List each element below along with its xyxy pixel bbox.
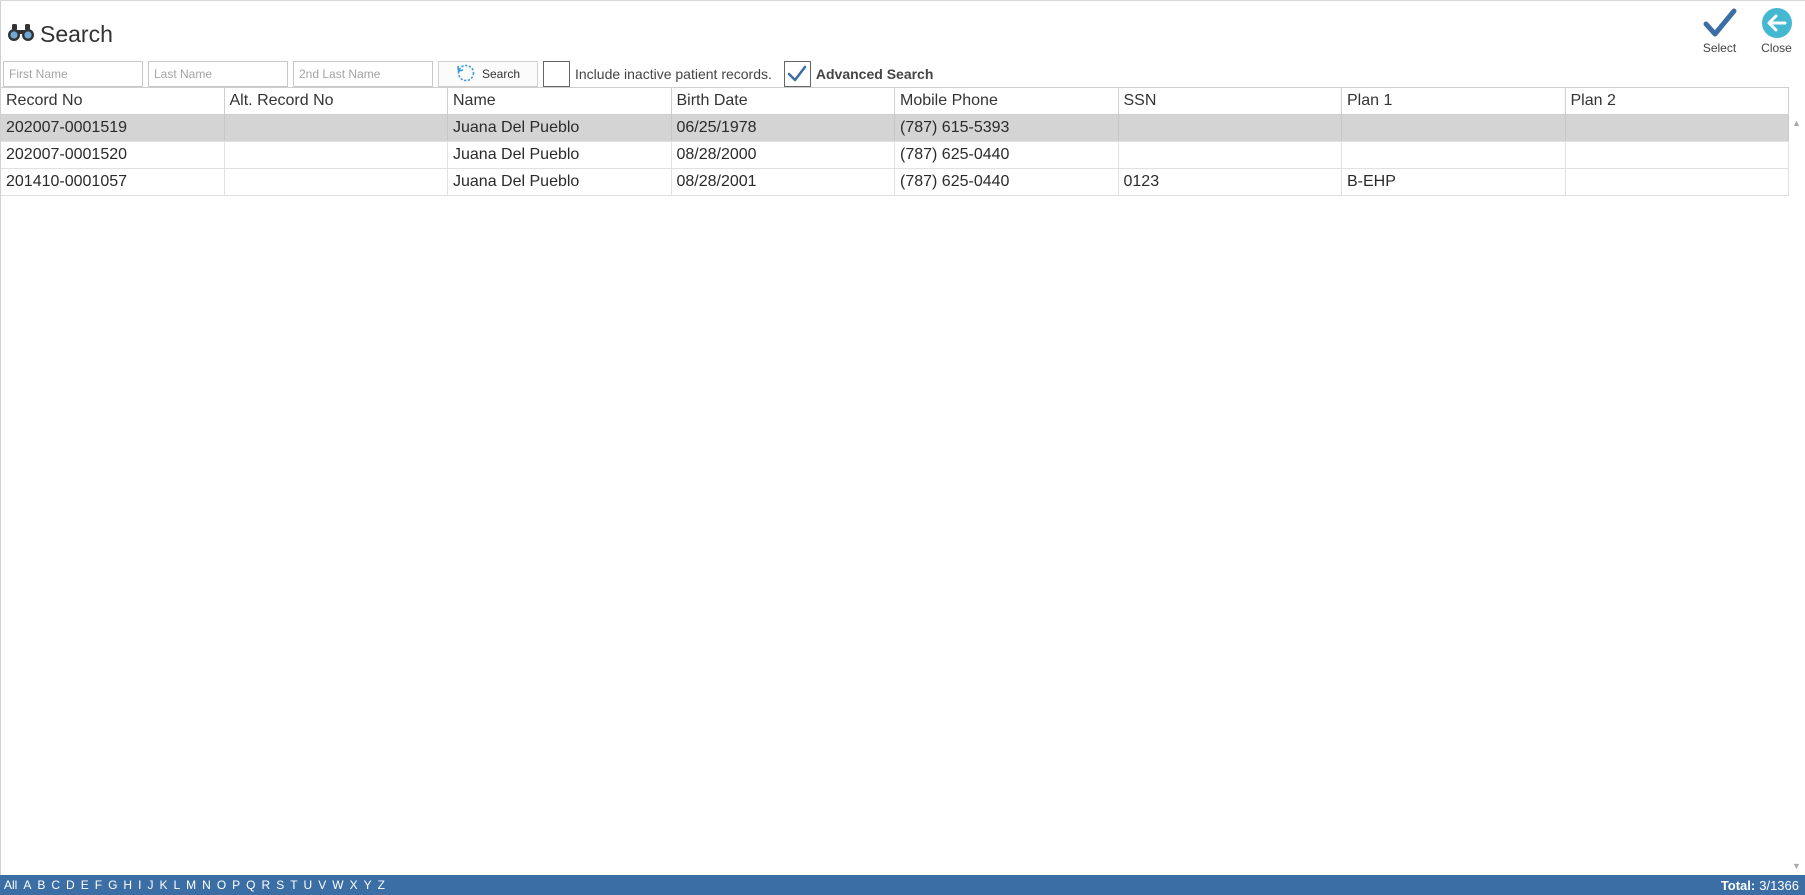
cell-name: Juana Del Pueblo (448, 142, 672, 168)
cell-mobile-phone: (787) 625-0440 (895, 142, 1119, 168)
cell-name: Juana Del Pueblo (448, 115, 672, 141)
include-inactive-checkbox[interactable] (543, 61, 570, 87)
scroll-up-icon[interactable]: ▲ (1792, 118, 1801, 128)
second-last-name-input[interactable] (293, 61, 433, 87)
letter-filter-k[interactable]: K (158, 878, 168, 892)
letter-filter-list: All A B C D E F G H I J K L M N O P Q R … (3, 878, 386, 892)
page-title: Search (40, 20, 113, 47)
letter-filter-v[interactable]: V (317, 878, 327, 892)
close-button[interactable]: Close (1748, 5, 1805, 55)
cell-record-no: 202007-0001520 (1, 142, 225, 168)
cell-record-no: 202007-0001519 (1, 115, 225, 141)
cell-plan-2 (1566, 142, 1789, 168)
advanced-search-label: Advanced Search (815, 66, 934, 82)
cell-plan-2 (1566, 169, 1789, 195)
column-header-mobile-phone[interactable]: Mobile Phone (895, 88, 1119, 114)
column-header-ssn[interactable]: SSN (1119, 88, 1342, 114)
scroll-down-icon[interactable]: ▼ (1792, 861, 1801, 871)
cell-birth-date: 08/28/2000 (672, 142, 895, 168)
cell-mobile-phone: (787) 615-5393 (895, 115, 1119, 141)
vertical-scrollbar[interactable]: ▲ ▼ (1790, 115, 1805, 873)
results-grid: Record No Alt. Record No Name Birth Date… (1, 87, 1789, 196)
cell-name: Juana Del Pueblo (448, 169, 672, 195)
letter-filter-a[interactable]: A (22, 878, 32, 892)
letter-filter-p[interactable]: P (231, 878, 241, 892)
cell-ssn (1119, 142, 1342, 168)
total-count: Total: 3/1366 (1721, 878, 1802, 893)
letter-filter-n[interactable]: N (201, 878, 212, 892)
table-row[interactable]: 201410-0001057 Juana Del Pueblo 08/28/20… (1, 169, 1789, 196)
cell-plan-1: B-EHP (1342, 169, 1566, 195)
checkmark-icon (788, 65, 807, 82)
letter-filter-x[interactable]: X (349, 878, 359, 892)
toolbar-actions: Select Close (1691, 5, 1805, 55)
cell-alt-record-no (225, 169, 448, 195)
letter-filter-i[interactable]: I (137, 878, 142, 892)
letter-filter-l[interactable]: L (172, 878, 181, 892)
select-label: Select (1702, 41, 1737, 55)
letter-filter-z[interactable]: Z (377, 878, 386, 892)
letter-filter-q[interactable]: Q (245, 878, 256, 892)
page-header: Search (6, 17, 113, 51)
search-button-label: Search (481, 67, 521, 81)
cell-plan-1 (1342, 115, 1566, 141)
column-header-name[interactable]: Name (448, 88, 672, 114)
cell-birth-date: 06/25/1978 (672, 115, 895, 141)
cell-plan-2 (1566, 115, 1789, 141)
letter-filter-r[interactable]: R (261, 878, 272, 892)
include-inactive-label: Include inactive patient records. (575, 66, 772, 82)
letter-filter-c[interactable]: C (50, 878, 61, 892)
letter-filter-j[interactable]: J (146, 878, 154, 892)
table-row[interactable]: 202007-0001519 Juana Del Pueblo 06/25/19… (1, 115, 1789, 142)
refresh-icon (456, 63, 476, 86)
column-header-plan-2[interactable]: Plan 2 (1566, 88, 1789, 114)
search-filters: Search Include inactive patient records.… (3, 61, 933, 87)
letter-filter-all[interactable]: All (3, 878, 18, 892)
arrow-left-circle-icon (1761, 5, 1793, 41)
select-button[interactable]: Select (1691, 5, 1748, 55)
cell-ssn: 0123 (1119, 169, 1342, 195)
table-row[interactable]: 202007-0001520 Juana Del Pueblo 08/28/20… (1, 142, 1789, 169)
letter-filter-f[interactable]: F (94, 878, 103, 892)
letter-filter-w[interactable]: W (331, 878, 344, 892)
cell-plan-1 (1342, 142, 1566, 168)
letter-filter-g[interactable]: G (107, 878, 118, 892)
checkmark-icon (1703, 5, 1737, 41)
letter-filter-t[interactable]: T (289, 878, 298, 892)
letter-filter-s[interactable]: S (275, 878, 285, 892)
letter-filter-b[interactable]: B (36, 878, 46, 892)
cell-alt-record-no (225, 142, 448, 168)
search-button[interactable]: Search (438, 61, 538, 87)
column-header-plan-1[interactable]: Plan 1 (1342, 88, 1566, 114)
cell-birth-date: 08/28/2001 (672, 169, 895, 195)
cell-mobile-phone: (787) 625-0440 (895, 169, 1119, 195)
total-label: Total: (1720, 877, 1756, 893)
column-header-birth-date[interactable]: Birth Date (672, 88, 895, 114)
column-header-record-no[interactable]: Record No (1, 88, 225, 114)
column-header-alt-record-no[interactable]: Alt. Record No (225, 88, 448, 114)
letter-filter-o[interactable]: O (216, 878, 227, 892)
cell-ssn (1119, 115, 1342, 141)
total-value: 3/1366 (1759, 877, 1799, 893)
letter-filter-e[interactable]: E (80, 878, 90, 892)
grid-header: Record No Alt. Record No Name Birth Date… (1, 87, 1789, 115)
cell-record-no: 201410-0001057 (1, 169, 225, 195)
letter-filter-m[interactable]: M (185, 878, 197, 892)
binoculars-icon (6, 22, 36, 47)
first-name-input[interactable] (3, 61, 143, 87)
advanced-search-checkbox[interactable] (783, 61, 811, 87)
last-name-input[interactable] (148, 61, 288, 87)
letter-filter-y[interactable]: Y (363, 878, 373, 892)
letter-filter-h[interactable]: H (122, 878, 133, 892)
cell-alt-record-no (225, 115, 448, 141)
alphabet-filter-bar: All A B C D E F G H I J K L M N O P Q R … (0, 875, 1805, 895)
close-label: Close (1761, 41, 1792, 55)
letter-filter-d[interactable]: D (65, 878, 76, 892)
letter-filter-u[interactable]: U (303, 878, 314, 892)
